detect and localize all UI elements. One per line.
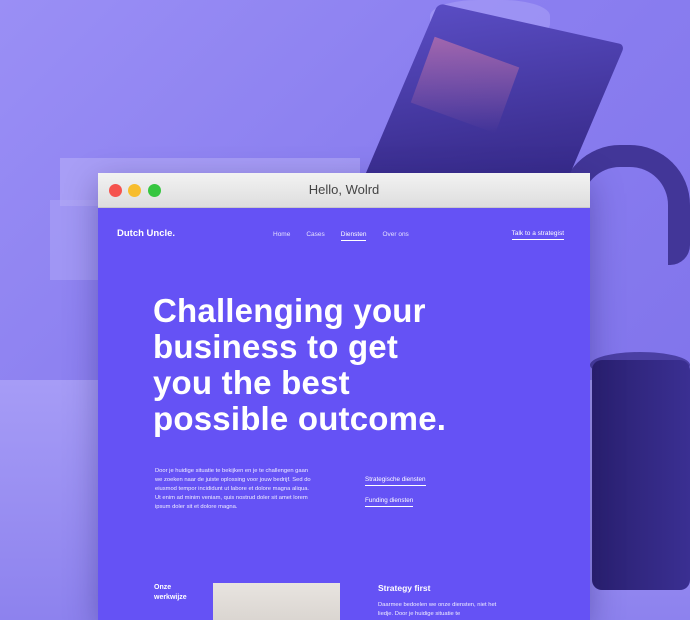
talk-to-strategist-link[interactable]: Talk to a strategist — [511, 230, 564, 240]
site-logo[interactable]: Dutch Uncle. — [117, 228, 175, 239]
werkwijze-line: Onze — [154, 584, 172, 591]
browser-window: Hello, Wolrd Dutch Uncle. Home Cases Die… — [98, 173, 590, 620]
nav-item-cases[interactable]: Cases — [306, 231, 324, 241]
background-cup — [592, 360, 690, 590]
nav-item-diensten[interactable]: Diensten — [340, 231, 367, 241]
intro-paragraph: Door je huidige situatie te bekijken en … — [155, 468, 311, 510]
hero-line: possible outcome. — [153, 400, 447, 437]
nav-item-over-ons[interactable]: Over ons — [382, 231, 408, 241]
strategy-heading: Strategy first — [378, 583, 431, 593]
website: Dutch Uncle. Home Cases Diensten Over on… — [98, 208, 590, 620]
window-title: Hello, Wolrd — [308, 182, 380, 197]
section-image — [213, 583, 340, 620]
werkwijze-line: werkwijze — [154, 594, 187, 601]
hero-headline: Challenging your business to get you the… — [153, 293, 533, 437]
werkwijze-heading: Onze werkwijze — [154, 583, 187, 603]
hero-line: Challenging your — [153, 292, 426, 329]
hero-line: business to get — [153, 328, 399, 365]
funding-diensten-link[interactable]: Funding diensten — [365, 497, 414, 507]
service-links: Strategische diensten Funding diensten — [365, 476, 426, 518]
strategy-paragraph: Daarmee bedoelen we onze diensten, niet … — [378, 602, 497, 617]
nav-item-home[interactable]: Home — [273, 231, 290, 241]
main-nav: Home Cases Diensten Over ons — [273, 231, 409, 241]
window-titlebar[interactable]: Hello, Wolrd — [98, 173, 590, 208]
strategische-diensten-link[interactable]: Strategische diensten — [365, 476, 426, 486]
hero-line: you the best — [153, 364, 350, 401]
